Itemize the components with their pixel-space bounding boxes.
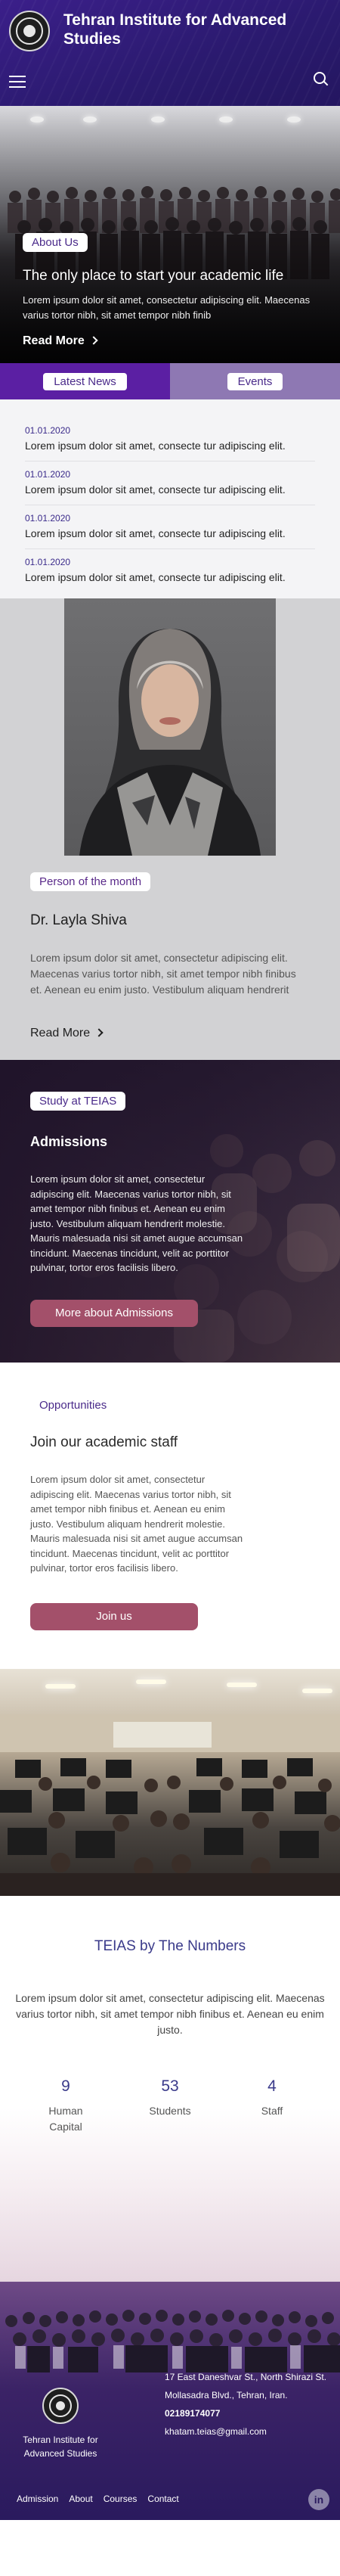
opportunities-section: Opportunities Join our academic staff Lo… bbox=[0, 1363, 340, 1669]
linkedin-icon[interactable]: in bbox=[308, 2489, 329, 2510]
about-hero: About Us The only place to start your ac… bbox=[0, 106, 340, 363]
read-more-label: Read More bbox=[30, 1027, 91, 1039]
numbers-section: TEIAS by The Numbers Lorem ipsum dolor s… bbox=[0, 1896, 340, 2282]
phone-number[interactable]: 02189174077 bbox=[165, 2404, 326, 2422]
stat-students: 53 Students bbox=[128, 2077, 212, 2119]
footer-link-about[interactable]: About bbox=[69, 2494, 92, 2504]
tab-label: Events bbox=[227, 372, 283, 390]
stat-staff: 4 Staff bbox=[230, 2077, 314, 2119]
stat-label: Human Capital bbox=[48, 2105, 83, 2133]
opportunities-text: Lorem ipsum dolor sit amet, consectetur … bbox=[30, 1474, 243, 1574]
admissions-text: Lorem ipsum dolor sit amet, consectetur … bbox=[30, 1173, 243, 1273]
stat-label: Students bbox=[149, 2105, 191, 2117]
about-us-tag: About Us bbox=[23, 233, 88, 252]
chevron-right-icon bbox=[89, 336, 98, 345]
lecture-hall-illustration bbox=[0, 1714, 340, 1896]
opportunities-title: Join our academic staff bbox=[30, 1434, 178, 1450]
numbers-title: TEIAS by The Numbers bbox=[94, 1938, 246, 1954]
footer-logo[interactable] bbox=[42, 2388, 79, 2424]
study-at-teias-tag: Study at TEIAS bbox=[30, 1092, 126, 1111]
footer-link-courses[interactable]: Courses bbox=[104, 2494, 138, 2504]
about-heading: The only place to start your academic li… bbox=[23, 268, 284, 284]
stat-label: Staff bbox=[261, 2105, 283, 2117]
about-text: Lorem ipsum dolor sit amet, consectetur … bbox=[23, 294, 311, 321]
list-item[interactable]: 01.01.2020 Lorem ipsum dolor sit amet, c… bbox=[25, 505, 315, 549]
more-about-admissions-button[interactable]: More about Admissions bbox=[30, 1300, 198, 1327]
footer-link-contact[interactable]: Contact bbox=[147, 2494, 178, 2504]
stat-value: 9 bbox=[61, 2077, 70, 2095]
footer-contact: 17 East Daneshvar St., North Shirazi St.… bbox=[165, 2368, 326, 2441]
person-of-the-month-tag: Person of the month bbox=[30, 872, 151, 891]
person-bio: Lorem ipsum dolor sit amet, consectetur … bbox=[30, 952, 296, 996]
tab-events[interactable]: Events bbox=[170, 363, 340, 399]
news-events-tabs: Latest News Events bbox=[0, 363, 340, 399]
list-item[interactable]: 01.01.2020 Lorem ipsum dolor sit amet, c… bbox=[25, 549, 315, 592]
footer-group-photo bbox=[0, 2282, 340, 2372]
news-title: Lorem ipsum dolor sit amet, consecte tur… bbox=[25, 483, 286, 496]
news-list: 01.01.2020 Lorem ipsum dolor sit amet, c… bbox=[0, 399, 340, 598]
news-title: Lorem ipsum dolor sit amet, consecte tur… bbox=[25, 527, 286, 539]
about-read-more-link[interactable]: Read More bbox=[23, 334, 98, 348]
admissions-title: Admissions bbox=[30, 1134, 108, 1149]
site-title[interactable]: Tehran Institute for Advanced Studies bbox=[63, 11, 320, 48]
lecture-hall-photo bbox=[0, 1669, 340, 1896]
site-header: Tehran Institute for Advanced Studies bbox=[0, 0, 340, 106]
opportunities-tag: Opportunities bbox=[39, 1399, 107, 1412]
read-more-label: Read More bbox=[23, 334, 85, 347]
person-of-the-month: Person of the month Dr. Layla Shiva Lore… bbox=[0, 598, 340, 1060]
address-line-1: 17 East Daneshvar St., North Shirazi St. bbox=[165, 2372, 327, 2382]
hamburger-menu-icon[interactable] bbox=[9, 76, 26, 92]
site-footer: Tehran Institute for Advanced Studies 17… bbox=[0, 2282, 340, 2520]
logo-ring bbox=[49, 2394, 72, 2417]
news-title: Lorem ipsum dolor sit amet, consecte tur… bbox=[25, 571, 286, 583]
person-read-more-link[interactable]: Read More bbox=[30, 1027, 340, 1040]
search-icon[interactable] bbox=[313, 71, 329, 88]
footer-link-admission[interactable]: Admission bbox=[17, 2494, 58, 2504]
stat-human-capital: 9 Human Capital bbox=[24, 2077, 107, 2135]
footer-crowd-illustration bbox=[5, 2310, 340, 2372]
logo-emblem bbox=[56, 2401, 65, 2410]
chevron-right-icon bbox=[94, 1028, 104, 1037]
list-item[interactable]: 01.01.2020 Lorem ipsum dolor sit amet, c… bbox=[25, 418, 315, 461]
logo-emblem bbox=[23, 25, 36, 37]
numbers-text: Lorem ipsum dolor sit amet, consectetur … bbox=[15, 1992, 325, 2036]
tab-label: Latest News bbox=[43, 372, 127, 390]
logo-ring bbox=[16, 17, 43, 45]
news-date: 01.01.2020 bbox=[25, 469, 71, 480]
news-date: 01.01.2020 bbox=[25, 557, 71, 567]
person-name: Dr. Layla Shiva bbox=[30, 912, 127, 928]
admissions-section: Study at TEIAS Admissions Lorem ipsum do… bbox=[0, 1060, 340, 1363]
news-title: Lorem ipsum dolor sit amet, consecte tur… bbox=[25, 440, 286, 452]
institute-logo[interactable] bbox=[9, 11, 50, 51]
stat-value: 53 bbox=[161, 2077, 179, 2095]
address-line-2: Mollasadra Blvd., Tehran, Iran. bbox=[165, 2390, 288, 2400]
email-link[interactable]: khatam.teias@gmail.com bbox=[165, 2422, 326, 2441]
person-portrait bbox=[64, 598, 276, 856]
stat-value: 4 bbox=[267, 2077, 277, 2095]
footer-institute-name: Tehran Institute for Advanced Studies bbox=[23, 2435, 98, 2459]
portrait-illustration bbox=[79, 629, 261, 856]
list-item[interactable]: 01.01.2020 Lorem ipsum dolor sit amet, c… bbox=[25, 461, 315, 505]
news-date: 01.01.2020 bbox=[25, 425, 71, 436]
join-us-button[interactable]: Join us bbox=[30, 1603, 198, 1630]
news-date: 01.01.2020 bbox=[25, 513, 71, 524]
tab-latest-news[interactable]: Latest News bbox=[0, 363, 170, 399]
footer-nav: Admission About Courses Contact bbox=[17, 2494, 179, 2504]
